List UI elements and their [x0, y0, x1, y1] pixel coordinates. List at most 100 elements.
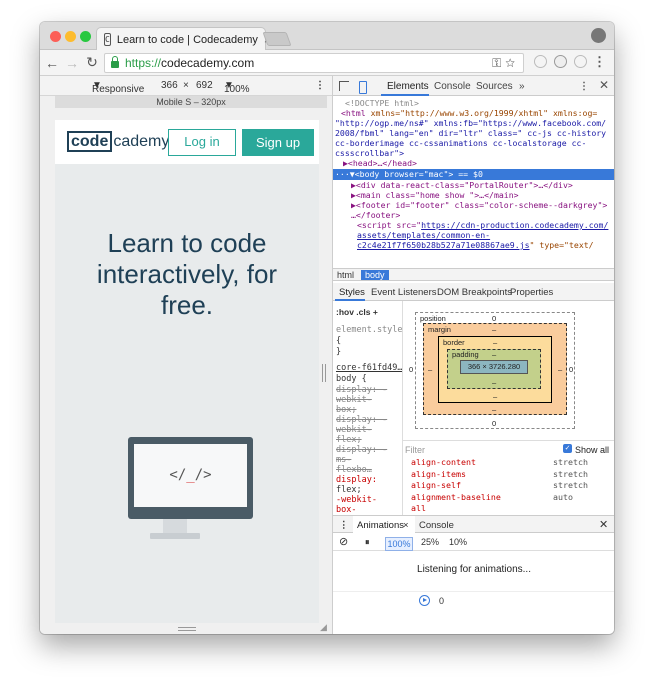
drawer-menu-icon[interactable]: ⋮ — [339, 520, 349, 531]
dom-link[interactable]: https://cdn-production.codecademy.com/ — [421, 220, 608, 230]
viewport-corner-resize-handle[interactable]: ◢ — [320, 622, 327, 633]
clear-animations-icon[interactable]: ⊘ — [339, 535, 348, 548]
style-prop[interactable]: display: - — [336, 385, 387, 396]
tab-sources[interactable]: Sources — [476, 81, 513, 92]
timeline-zero-label: 0 — [439, 596, 445, 606]
tab-properties[interactable]: Properties — [510, 287, 553, 298]
new-tab-button[interactable] — [262, 32, 292, 46]
style-prop[interactable]: display: - — [336, 445, 387, 456]
codecademy-logo[interactable]: code cademy — [67, 131, 170, 152]
browser-tab[interactable]: C Learn to code | Codecademy × — [96, 27, 271, 51]
logo-boxed-text: code — [67, 131, 113, 152]
dom-node-cont: cc-borderimage cc-cssanimations cc-local… — [335, 138, 587, 148]
dom-node[interactable]: <script src="https://cdn-production.code… — [357, 220, 608, 230]
viewport-width-input[interactable]: 366 — [161, 80, 178, 91]
tab-console[interactable]: Console — [434, 81, 471, 92]
viewport-height-input[interactable]: 692 — [196, 80, 213, 91]
dom-node[interactable]: <html xmlns="http://www.w3.org/1999/xhtm… — [341, 108, 597, 118]
back-icon[interactable]: ← — [44, 55, 60, 71]
speed-100-button[interactable]: 100% — [385, 537, 413, 551]
minimize-window-button[interactable] — [65, 31, 76, 42]
maximize-window-button[interactable] — [80, 31, 91, 42]
computed-row[interactable]: alignment-baseline auto — [411, 492, 611, 504]
computed-row[interactable]: align-content stretch — [411, 457, 611, 469]
computed-row[interactable]: align-items stretch — [411, 469, 611, 481]
forward-icon[interactable]: → — [64, 55, 80, 71]
computed-filter-input[interactable]: Filter — [405, 445, 425, 455]
close-devtools-icon[interactable]: ✕ — [599, 78, 609, 92]
margin-top-value: – — [492, 325, 497, 334]
tab-styles[interactable]: Styles — [339, 287, 365, 298]
stylesheet-link[interactable]: core-f61fd49… — [336, 363, 402, 374]
style-prop[interactable]: display: - — [336, 415, 387, 426]
close-drawer-icon[interactable]: ✕ — [599, 518, 608, 531]
box-model-margin: margin – – – – border – – padding – – 36… — [423, 323, 567, 415]
device-toggle-icon[interactable] — [359, 81, 367, 94]
position-left-value: 0 — [409, 365, 414, 374]
tab-elements[interactable]: Elements — [387, 81, 429, 92]
styles-filter-toolbar[interactable]: :hov .cls + — [336, 307, 378, 318]
crumb-html[interactable]: html — [333, 270, 358, 280]
box-model-content[interactable]: 366 × 3726.280 — [460, 360, 528, 374]
show-all-checkbox[interactable]: ✓ — [563, 444, 572, 453]
signup-button[interactable]: Sign up — [242, 129, 314, 156]
close-window-button[interactable] — [50, 31, 61, 42]
animation-timeline: 0 — [333, 591, 614, 607]
device-mode-select[interactable]: Responsive ▼ — [92, 80, 144, 95]
extension-icon[interactable] — [534, 55, 547, 68]
dom-node-text: ···▼<body browser="mac"> == $0 — [335, 169, 483, 179]
show-all-label: Show all — [575, 445, 610, 455]
tab-animations[interactable]: Animations — [357, 520, 404, 531]
dom-node-cont: 2008/fbml" lang="en" dir="ltr" class=" c… — [335, 128, 607, 138]
bookmark-star-icon[interactable]: ☆ — [505, 56, 519, 70]
close-animations-tab-icon[interactable]: × — [403, 520, 409, 531]
key-icon[interactable]: ⚿ — [492, 56, 505, 70]
zoom-select[interactable]: 100% ▼ — [224, 80, 250, 95]
dom-link[interactable]: assets/templates/common-en- — [357, 230, 490, 240]
browser-menu-icon[interactable]: ⋮ — [593, 54, 606, 70]
crumb-body[interactable]: body — [361, 270, 389, 280]
inspect-element-icon[interactable] — [339, 81, 349, 91]
hero-line: Learn to code — [107, 228, 267, 258]
dom-link[interactable]: c2c4e21f7f650b28b527a71e08867ae9.js — [357, 240, 530, 250]
tab-dom-breakpoints[interactable]: DOM Breakpoints — [437, 287, 512, 298]
profile-icon[interactable] — [591, 28, 606, 43]
extension-icon[interactable] — [574, 55, 587, 68]
logo-rest-text: cademy — [113, 133, 170, 150]
devtools-menu-icon[interactable]: ⋮ — [579, 81, 589, 92]
computed-row[interactable]: all — [411, 503, 611, 515]
dom-node-cont: cssscrollbar"> — [335, 148, 405, 158]
speed-25-button[interactable]: 25% — [421, 537, 439, 547]
viewport-resize-handle[interactable] — [178, 627, 196, 631]
more-tabs-button[interactable]: » — [519, 81, 525, 92]
device-options-icon[interactable]: ⋮ — [315, 80, 325, 91]
dom-node[interactable]: ▶<div data-react-class="PortalRouter">…<… — [351, 180, 573, 190]
listening-message: Listening for animations... — [417, 564, 531, 575]
computed-row[interactable]: align-self stretch — [411, 480, 611, 492]
speed-10-button[interactable]: 10% — [449, 537, 467, 547]
extension-icon[interactable] — [554, 55, 567, 68]
monitor-screen: </_/> — [134, 444, 247, 507]
tab-event-listeners[interactable]: Event Listeners — [371, 287, 436, 298]
tab-drawer-console[interactable]: Console — [419, 520, 454, 531]
login-button[interactable]: Log in — [168, 129, 236, 156]
media-query-ruler[interactable]: Mobile S – 320px — [55, 96, 327, 108]
drawer-tabs: ⋮ Animations × Console ✕ — [333, 515, 614, 533]
selected-dom-node[interactable]: ···▼<body browser="mac"> == $0 — [333, 169, 614, 180]
replay-timeline-icon[interactable] — [419, 595, 430, 606]
address-bar[interactable]: https://codecademy.com ⚿☆ — [104, 53, 524, 73]
dom-node[interactable]: ▶<main class="home show ">…</main> — [351, 190, 519, 200]
position-top-value: 0 — [492, 314, 497, 323]
style-prop[interactable]: -webkit- — [336, 495, 377, 506]
dom-node[interactable]: ▶<footer id="footer" class="color-scheme… — [351, 200, 607, 210]
zoom-label: 100% — [224, 84, 250, 95]
pause-all-icon[interactable]: ⏸ — [365, 537, 370, 548]
browser-toolbar: ← → ↻ https://codecademy.com ⚿☆ ⋮ — [40, 50, 614, 76]
padding-bottom-value: – — [492, 378, 497, 387]
dom-node[interactable]: <!DOCTYPE html> — [345, 98, 419, 108]
styles-subtabs: Styles Event Listeners DOM Breakpoints P… — [333, 283, 614, 301]
reload-icon[interactable]: ↻ — [84, 54, 100, 71]
style-prop[interactable]: display: — [336, 475, 377, 486]
viewport-resize-handle[interactable] — [322, 364, 326, 382]
dom-node[interactable]: ▶<head>…</head> — [343, 158, 417, 168]
